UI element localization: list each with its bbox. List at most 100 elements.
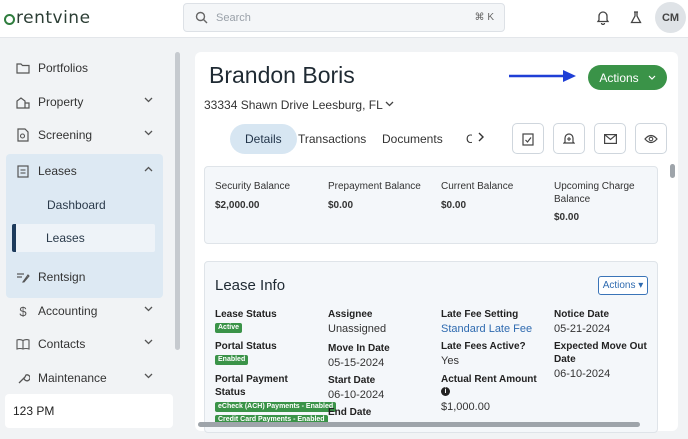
mail-icon (603, 133, 617, 144)
status-badge: Enabled (215, 355, 249, 365)
start-date-value: 06-10-2024 (328, 389, 385, 401)
balance-value: $0.00 (441, 200, 467, 211)
lease-info-actions-button[interactable]: Actions ▾ (598, 276, 648, 295)
sidebar-item-screening[interactable]: Screening (6, 122, 163, 148)
actual-rent-amount-label: Actual Rent Amount (441, 374, 537, 385)
sidebar-item-label: Contacts (38, 337, 86, 351)
balance-value: $0.00 (554, 212, 580, 223)
clipboard-icon (16, 164, 30, 178)
status-badge: eCheck (ACH) Payments - Enabled (215, 402, 337, 412)
rentvine-logo[interactable]: rentvine (4, 8, 91, 28)
security-balance: Security Balance $2,000.00 (215, 180, 315, 211)
info-icon[interactable]: i (441, 387, 450, 396)
sidebar-item-contacts[interactable]: Contacts (6, 331, 163, 357)
portal-payment-status-label: Portal Payment Status (215, 374, 288, 398)
balance-label: Upcoming Charge Balance (554, 181, 635, 205)
email-button[interactable] (594, 123, 626, 154)
late-fees-active-label: Late Fees Active? (441, 341, 526, 352)
chevron-down-icon (648, 75, 656, 80)
book-icon (16, 337, 30, 351)
view-button[interactable] (635, 123, 667, 154)
sidebar-subitem-label: Leases (46, 231, 85, 245)
chevron-down-icon (144, 97, 153, 103)
assignee-label: Assignee (328, 309, 373, 320)
chevron-down-icon[interactable] (385, 101, 394, 107)
current-balance: Current Balance $0.00 (441, 180, 541, 211)
logo-text: rentvine (16, 8, 91, 28)
sidebar-item-maintenance[interactable]: Maintenance (6, 365, 163, 391)
eye-icon (644, 134, 658, 143)
tab-documents[interactable]: Documents (382, 124, 443, 154)
chevron-down-icon (144, 130, 153, 136)
balance-summary: Security Balance $2,000.00 Prepayment Ba… (204, 166, 658, 244)
user-avatar[interactable]: CM (655, 2, 686, 33)
sidebar-item-leases[interactable]: Leases (6, 158, 163, 184)
sidebar-subitem-label: Dashboard (47, 198, 106, 212)
expected-move-out-label: Expected Move Out Date (554, 341, 647, 365)
end-date-label: End Date (328, 407, 372, 418)
folder-icon (16, 61, 30, 75)
chevron-down-icon (144, 373, 153, 379)
wrench-icon (16, 371, 30, 385)
property-address[interactable]: 33334 Shawn Drive Leesburg, FL (204, 98, 383, 112)
arrow-right-icon (509, 70, 576, 82)
chevron-up-icon (144, 166, 153, 172)
lease-info-title: Lease Info (215, 277, 286, 294)
search-shortcut: ⌘ K (474, 12, 494, 23)
sidebar-subitem-leases[interactable]: Leases (12, 224, 155, 252)
reminder-button[interactable] (553, 123, 585, 154)
task-button[interactable] (512, 123, 544, 154)
page-title: Brandon Boris (209, 62, 355, 88)
lease-info-card: Lease Info Actions ▾ Lease Status Active… (204, 261, 658, 433)
sidebar-scrollbar[interactable] (175, 52, 180, 350)
search-placeholder: Search (216, 12, 251, 24)
search-input[interactable]: Search ⌘ K (183, 3, 505, 32)
status-badge: Active (215, 323, 243, 333)
late-fee-setting-label: Late Fee Setting (441, 309, 519, 320)
notice-date-value: 05-21-2024 (554, 323, 611, 335)
tab-details[interactable]: Details (230, 124, 297, 154)
beaker-icon[interactable] (629, 10, 643, 25)
balance-label: Prepayment Balance (328, 181, 421, 192)
actions-button[interactable]: Actions (588, 65, 667, 90)
document-search-icon (16, 128, 30, 142)
balance-value: $0.00 (328, 200, 354, 211)
tab-transactions[interactable]: Transactions (298, 124, 366, 154)
expected-move-out-value: 06-10-2024 (554, 368, 611, 380)
sidebar-item-label: Screening (38, 128, 93, 142)
sidebar-item-label: Property (38, 95, 84, 109)
chevron-right-icon[interactable] (478, 132, 484, 142)
sidebar-subitem-dashboard[interactable]: Dashboard (6, 191, 163, 219)
upcoming-charge-balance: Upcoming Charge Balance $0.00 (554, 180, 646, 223)
sidebar-item-portfolios[interactable]: Portfolios (6, 55, 163, 81)
clipboard-check-icon (522, 132, 534, 146)
late-fees-active-value: Yes (441, 355, 459, 367)
sidebar-clock: 123 PM (5, 394, 173, 428)
chevron-down-icon (144, 339, 153, 345)
portal-status-label: Portal Status (215, 341, 277, 352)
sidebar-item-accounting[interactable]: $ Accounting (6, 298, 163, 324)
bell-icon[interactable] (596, 10, 610, 25)
main-horizontal-scrollbar[interactable] (198, 422, 640, 427)
actual-rent-amount-value: $1,000.00 (441, 401, 490, 413)
signature-icon (16, 270, 30, 284)
start-date-label: Start Date (328, 375, 376, 386)
assignee-value: Unassigned (328, 323, 387, 335)
tab-truncated[interactable]: C (466, 124, 472, 154)
sidebar-item-label: Leases (38, 164, 77, 178)
sidebar-item-label: Accounting (38, 304, 98, 318)
lease-status-label: Lease Status (215, 309, 277, 320)
actions-button-label: Actions (599, 70, 639, 85)
sidebar-item-property[interactable]: Property (6, 89, 163, 115)
move-in-date-value: 05-15-2024 (328, 357, 385, 369)
late-fee-setting-link[interactable]: Standard Late Fee (441, 323, 532, 335)
sidebar-item-label: Maintenance (38, 371, 107, 385)
building-icon (16, 95, 30, 109)
sidebar-item-label: Rentsign (38, 270, 86, 284)
notice-date-label: Notice Date (554, 309, 610, 320)
main-vertical-scrollbar[interactable] (670, 164, 675, 178)
balance-label: Current Balance (441, 181, 514, 192)
sidebar-item-rentsign[interactable]: Rentsign (6, 264, 163, 290)
bell-plus-icon (563, 132, 575, 144)
balance-value: $2,000.00 (215, 200, 260, 211)
